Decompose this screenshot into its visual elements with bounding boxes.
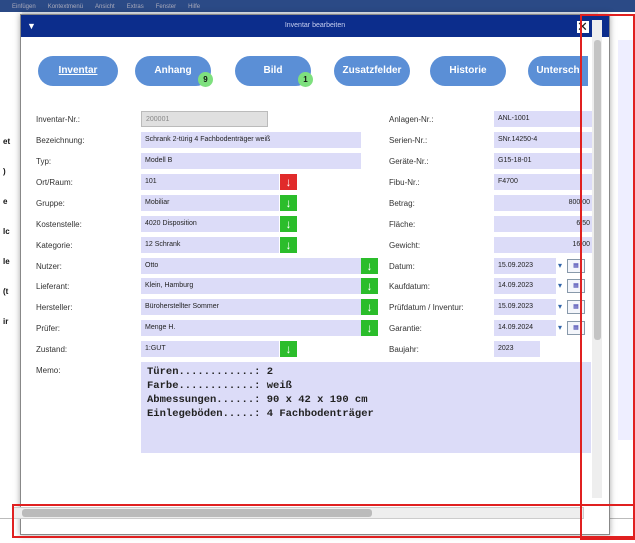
field-value[interactable]: Schrank 2-türig 4 Fachbodenträger weiß <box>141 132 361 148</box>
dropdown-arrow-icon[interactable]: ↓ <box>280 174 297 190</box>
field-value[interactable]: Mobiliar <box>141 195 279 211</box>
field-value[interactable]: F4700 <box>494 174 594 190</box>
tab-historie[interactable]: Historie <box>430 56 506 86</box>
tab-label: Historie <box>449 65 487 76</box>
field-label: Nutzer: <box>36 262 62 271</box>
annotation-box-right <box>580 14 635 540</box>
dropdown-arrow-icon[interactable]: ↓ <box>361 258 378 274</box>
tab-label: Zusatzfelder <box>342 65 402 76</box>
field-label: Anlagen-Nr.: <box>389 115 434 124</box>
field-value[interactable]: Büroherstellter Sommer <box>141 299 361 315</box>
dropdown-arrow-icon[interactable]: ↓ <box>280 341 297 357</box>
field-value[interactable]: 16,00 <box>494 237 594 253</box>
field-value[interactable]: 14.09.2023 <box>494 278 556 294</box>
date-dropdown-icon[interactable]: ▾ <box>558 261 562 270</box>
dropdown-arrow-icon[interactable]: ↓ <box>361 320 378 336</box>
tab-untersch[interactable]: Untersch <box>528 56 588 86</box>
tab-badge: 1 <box>298 72 313 87</box>
field-label: Zustand: <box>36 345 68 354</box>
dropdown-arrow-icon[interactable]: ↓ <box>280 216 297 232</box>
field-value[interactable]: 14.09.2024 <box>494 320 556 336</box>
field-value[interactable]: Menge H. <box>141 320 361 336</box>
background-menu-item: Fenster <box>155 4 177 10</box>
field-label: Typ: <box>36 157 52 166</box>
background-menu-item: Hilfe <box>188 4 201 10</box>
background-menubar: Einfügen Kontextmenü Ansicht Extras Fenster H… <box>0 0 635 12</box>
field-label: Lieferant: <box>36 282 70 291</box>
field-value[interactable]: 101 <box>141 174 279 190</box>
field-label: Prüfer: <box>36 324 61 333</box>
background-left-text: (t <box>3 287 9 296</box>
tab-label: Untersch <box>536 65 580 76</box>
field-value[interactable]: G15-18-01 <box>494 153 594 169</box>
background-left-text: lc <box>3 227 10 236</box>
field-label: Gewicht: <box>389 241 421 250</box>
background-left-text: ) <box>3 167 6 176</box>
memo-field[interactable]: Türen............: 2 Farbe............: … <box>141 362 591 453</box>
field-value[interactable]: 800,00 <box>494 195 594 211</box>
annotation-box-bottom <box>12 504 635 538</box>
background-left-text: e <box>3 197 8 206</box>
field-label: Kategorie: <box>36 241 73 250</box>
field-value[interactable]: ANL-1001 <box>494 111 594 127</box>
field-label: Baujahr: <box>389 345 419 354</box>
field-value[interactable]: 2023 <box>494 341 540 357</box>
field-label: Gruppe: <box>36 199 65 208</box>
date-dropdown-icon[interactable]: ▾ <box>558 302 562 311</box>
field-value[interactable]: 200001 <box>141 111 268 127</box>
field-label: Fläche: <box>389 220 416 229</box>
background-left-text: et <box>3 137 11 146</box>
field-label: Kostenstelle: <box>36 220 82 229</box>
field-label: Hersteller: <box>36 303 73 312</box>
dialog-title: Inventar bearbeiten <box>284 22 346 29</box>
tab-label: Anhang <box>154 65 192 76</box>
field-label: Fibu-Nr.: <box>389 178 420 187</box>
tab-label: Inventar <box>58 65 98 76</box>
inventar-dialog: ▼ Inventar bearbeiten ✕ Türen...........… <box>20 14 610 535</box>
field-label: Bezeichnung: <box>36 136 85 145</box>
background-menu-item: Ansicht <box>95 4 115 10</box>
field-value[interactable]: 15.09.2023 <box>494 299 556 315</box>
field-value[interactable]: 1:GUT <box>141 341 279 357</box>
background-menu-item: Kontextmenü <box>47 4 84 10</box>
background-menu-item: Einfügen <box>12 4 36 10</box>
field-value[interactable]: Klein, Hamburg <box>141 278 361 294</box>
field-label: Geräte-Nr.: <box>389 157 429 166</box>
field-label: Serien-Nr.: <box>389 136 428 145</box>
field-value[interactable]: 6,50 <box>494 216 594 232</box>
background-left-text: ir <box>3 317 9 326</box>
field-value[interactable]: 15.09.2023 <box>494 258 556 274</box>
field-value[interactable]: SNr.14250-4 <box>494 132 594 148</box>
field-label: Datum: <box>389 262 415 271</box>
field-value[interactable]: 4020 Disposition <box>141 216 279 232</box>
tab-badge: 9 <box>198 72 213 87</box>
field-value[interactable]: 12 Schrank <box>141 237 279 253</box>
tab-zusatzfelder[interactable]: Zusatzfelder <box>334 56 410 86</box>
field-label: Betrag: <box>389 199 415 208</box>
dialog-titlebar[interactable]: ▼ Inventar bearbeiten ✕ <box>21 15 609 37</box>
dropdown-arrow-icon[interactable]: ↓ <box>280 195 297 211</box>
tab-label: Bild <box>263 65 283 76</box>
field-label: Inventar-Nr.: <box>36 115 81 124</box>
field-label: Kaufdatum: <box>389 282 430 291</box>
background-menu-item: Extras <box>126 4 144 10</box>
field-value[interactable]: Modell B <box>141 153 361 169</box>
field-label: Memo: <box>36 366 61 375</box>
field-value[interactable]: Otto <box>141 258 361 274</box>
dropdown-arrow-icon[interactable]: ↓ <box>361 278 378 294</box>
field-label: Garantie: <box>389 324 422 333</box>
dropdown-arrow-icon[interactable]: ↓ <box>280 237 297 253</box>
tab-inventar[interactable]: Inventar <box>38 56 118 86</box>
dropdown-arrow-icon[interactable]: ↓ <box>361 299 378 315</box>
date-dropdown-icon[interactable]: ▾ <box>558 281 562 290</box>
date-dropdown-icon[interactable]: ▾ <box>558 323 562 332</box>
field-label: Ort/Raum: <box>36 178 73 187</box>
field-label: Prüfdatum / Inventur: <box>389 303 464 312</box>
background-left-text: le <box>3 257 10 266</box>
background-left-pane: et) e lc le (t ir <box>0 12 22 543</box>
